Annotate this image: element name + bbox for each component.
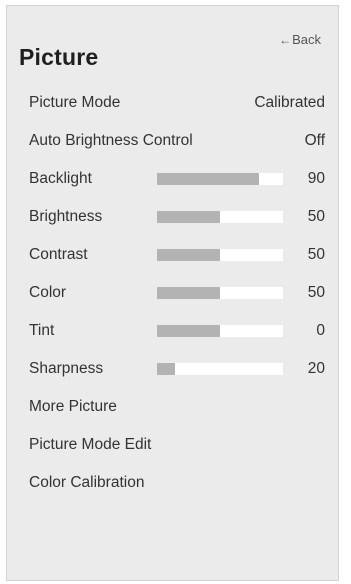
tint-slider-fill — [157, 325, 220, 337]
menu-item-tint[interactable]: Tint 0 — [29, 319, 325, 343]
menu-item-picture-mode[interactable]: Picture Mode Calibrated — [29, 91, 325, 115]
sharpness-slider[interactable] — [157, 363, 283, 375]
menu-item-sharpness[interactable]: Sharpness 20 — [29, 357, 325, 381]
backlight-label: Backlight — [29, 170, 92, 187]
menu-item-color[interactable]: Color 50 — [29, 281, 325, 305]
menu-item-more-picture[interactable]: More Picture — [29, 395, 325, 419]
brightness-value: 50 — [307, 208, 325, 225]
contrast-value: 50 — [307, 246, 325, 263]
menu-item-backlight[interactable]: Backlight 90 — [29, 167, 325, 191]
backlight-slider[interactable] — [157, 173, 283, 185]
color-slider[interactable] — [157, 287, 283, 299]
picture-mode-label: Picture Mode — [29, 94, 121, 111]
page-title: Picture — [19, 44, 99, 70]
picture-mode-edit-label: Picture Mode Edit — [29, 436, 152, 453]
menu-item-auto-brightness-control[interactable]: Auto Brightness Control Off — [29, 129, 325, 153]
sharpness-value: 20 — [307, 360, 325, 377]
back-arrow-icon: ← — [279, 32, 292, 47]
picture-settings-panel: ← Back Picture Picture Mode Calibrated A… — [6, 5, 339, 581]
backlight-slider-fill — [157, 173, 260, 185]
brightness-label: Brightness — [29, 208, 103, 225]
color-value: 50 — [307, 284, 325, 301]
tint-label: Tint — [29, 322, 55, 339]
auto-brightness-label: Auto Brightness Control — [29, 132, 193, 149]
more-picture-label: More Picture — [29, 398, 117, 415]
sharpness-label: Sharpness — [29, 360, 104, 377]
back-label: Back — [292, 32, 321, 47]
menu-item-color-calibration[interactable]: Color Calibration — [29, 471, 325, 495]
menu-item-picture-mode-edit[interactable]: Picture Mode Edit — [29, 433, 325, 457]
picture-mode-value: Calibrated — [254, 94, 325, 111]
color-slider-fill — [157, 287, 220, 299]
back-button[interactable]: ← Back — [279, 32, 321, 47]
contrast-slider[interactable] — [157, 249, 283, 261]
tint-value: 0 — [316, 322, 325, 339]
auto-brightness-value: Off — [304, 132, 325, 149]
sharpness-slider-fill — [157, 363, 175, 375]
tint-slider[interactable] — [157, 325, 283, 337]
menu-item-brightness[interactable]: Brightness 50 — [29, 205, 325, 229]
color-label: Color — [29, 284, 67, 301]
menu-item-contrast[interactable]: Contrast 50 — [29, 243, 325, 267]
contrast-label: Contrast — [29, 246, 88, 263]
brightness-slider-fill — [157, 211, 220, 223]
contrast-slider-fill — [157, 249, 220, 261]
brightness-slider[interactable] — [157, 211, 283, 223]
color-calibration-label: Color Calibration — [29, 474, 145, 491]
backlight-value: 90 — [307, 170, 325, 187]
